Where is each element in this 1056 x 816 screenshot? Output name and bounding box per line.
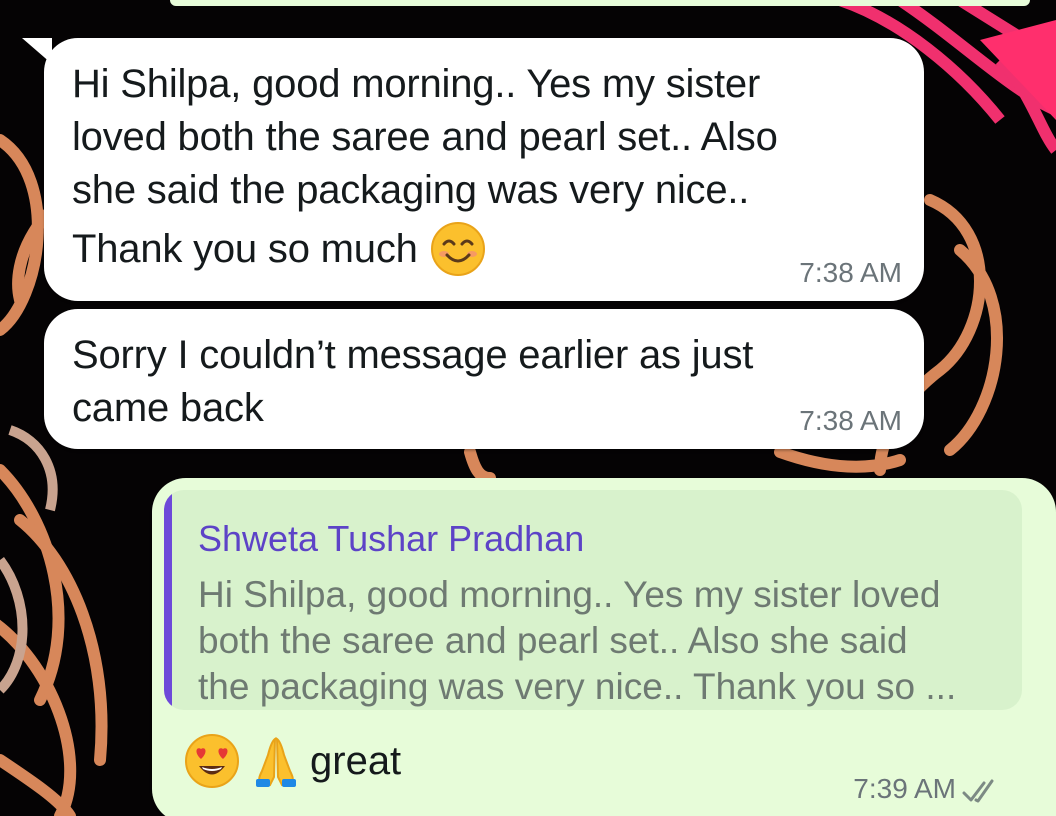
quote-author: Shweta Tushar Pradhan xyxy=(198,518,585,559)
message-bubble-outgoing[interactable]: Shweta Tushar Pradhan Hi Shilpa, good mo… xyxy=(152,478,1056,816)
message-text: Sorry I couldn’t message earlier as just… xyxy=(72,329,872,435)
message-line: Sorry I couldn’t message earlier as just xyxy=(72,333,754,377)
quote-line: both the saree and pearl set.. Also she … xyxy=(198,620,908,661)
message-text: Hi Shilpa, good morning.. Yes my sister … xyxy=(72,58,872,281)
message-timestamp: 7:39 AM xyxy=(853,773,956,804)
message-line: came back xyxy=(72,386,264,430)
message-timestamp: 7:38 AM xyxy=(799,405,902,436)
message-line: she said the packaging was very nice.. xyxy=(72,168,750,212)
quoted-message[interactable]: Shweta Tushar Pradhan Hi Shilpa, good mo… xyxy=(164,490,1022,710)
quote-accent-bar xyxy=(164,490,172,710)
quote-line: the packaging was very nice.. Thank you … xyxy=(198,666,957,707)
bubble-tail xyxy=(22,38,52,64)
message-timestamp: 7:38 AM xyxy=(799,257,902,288)
folded-hands-icon xyxy=(248,733,304,789)
message-line-text: Thank you so much xyxy=(72,226,418,271)
message-line: loved both the saree and pearl set.. Als… xyxy=(72,115,778,159)
message-text: great xyxy=(310,738,402,783)
smiling-face-icon xyxy=(430,221,486,277)
quote-line: Hi Shilpa, good morning.. Yes my sister … xyxy=(198,574,941,615)
reply-content: great xyxy=(184,733,401,789)
message-line: Thank you so much xyxy=(72,217,872,281)
message-bubble-incoming[interactable]: Hi Shilpa, good morning.. Yes my sister … xyxy=(22,38,924,301)
quote-text: Hi Shilpa, good morning.. Yes my sister … xyxy=(198,572,998,710)
heart-eyes-icon xyxy=(184,733,240,789)
message-line: Hi Shilpa, good morning.. Yes my sister xyxy=(72,62,761,106)
double-check-icon xyxy=(962,779,994,803)
message-bubble-incoming[interactable]: Sorry I couldn’t message earlier as just… xyxy=(44,309,924,449)
